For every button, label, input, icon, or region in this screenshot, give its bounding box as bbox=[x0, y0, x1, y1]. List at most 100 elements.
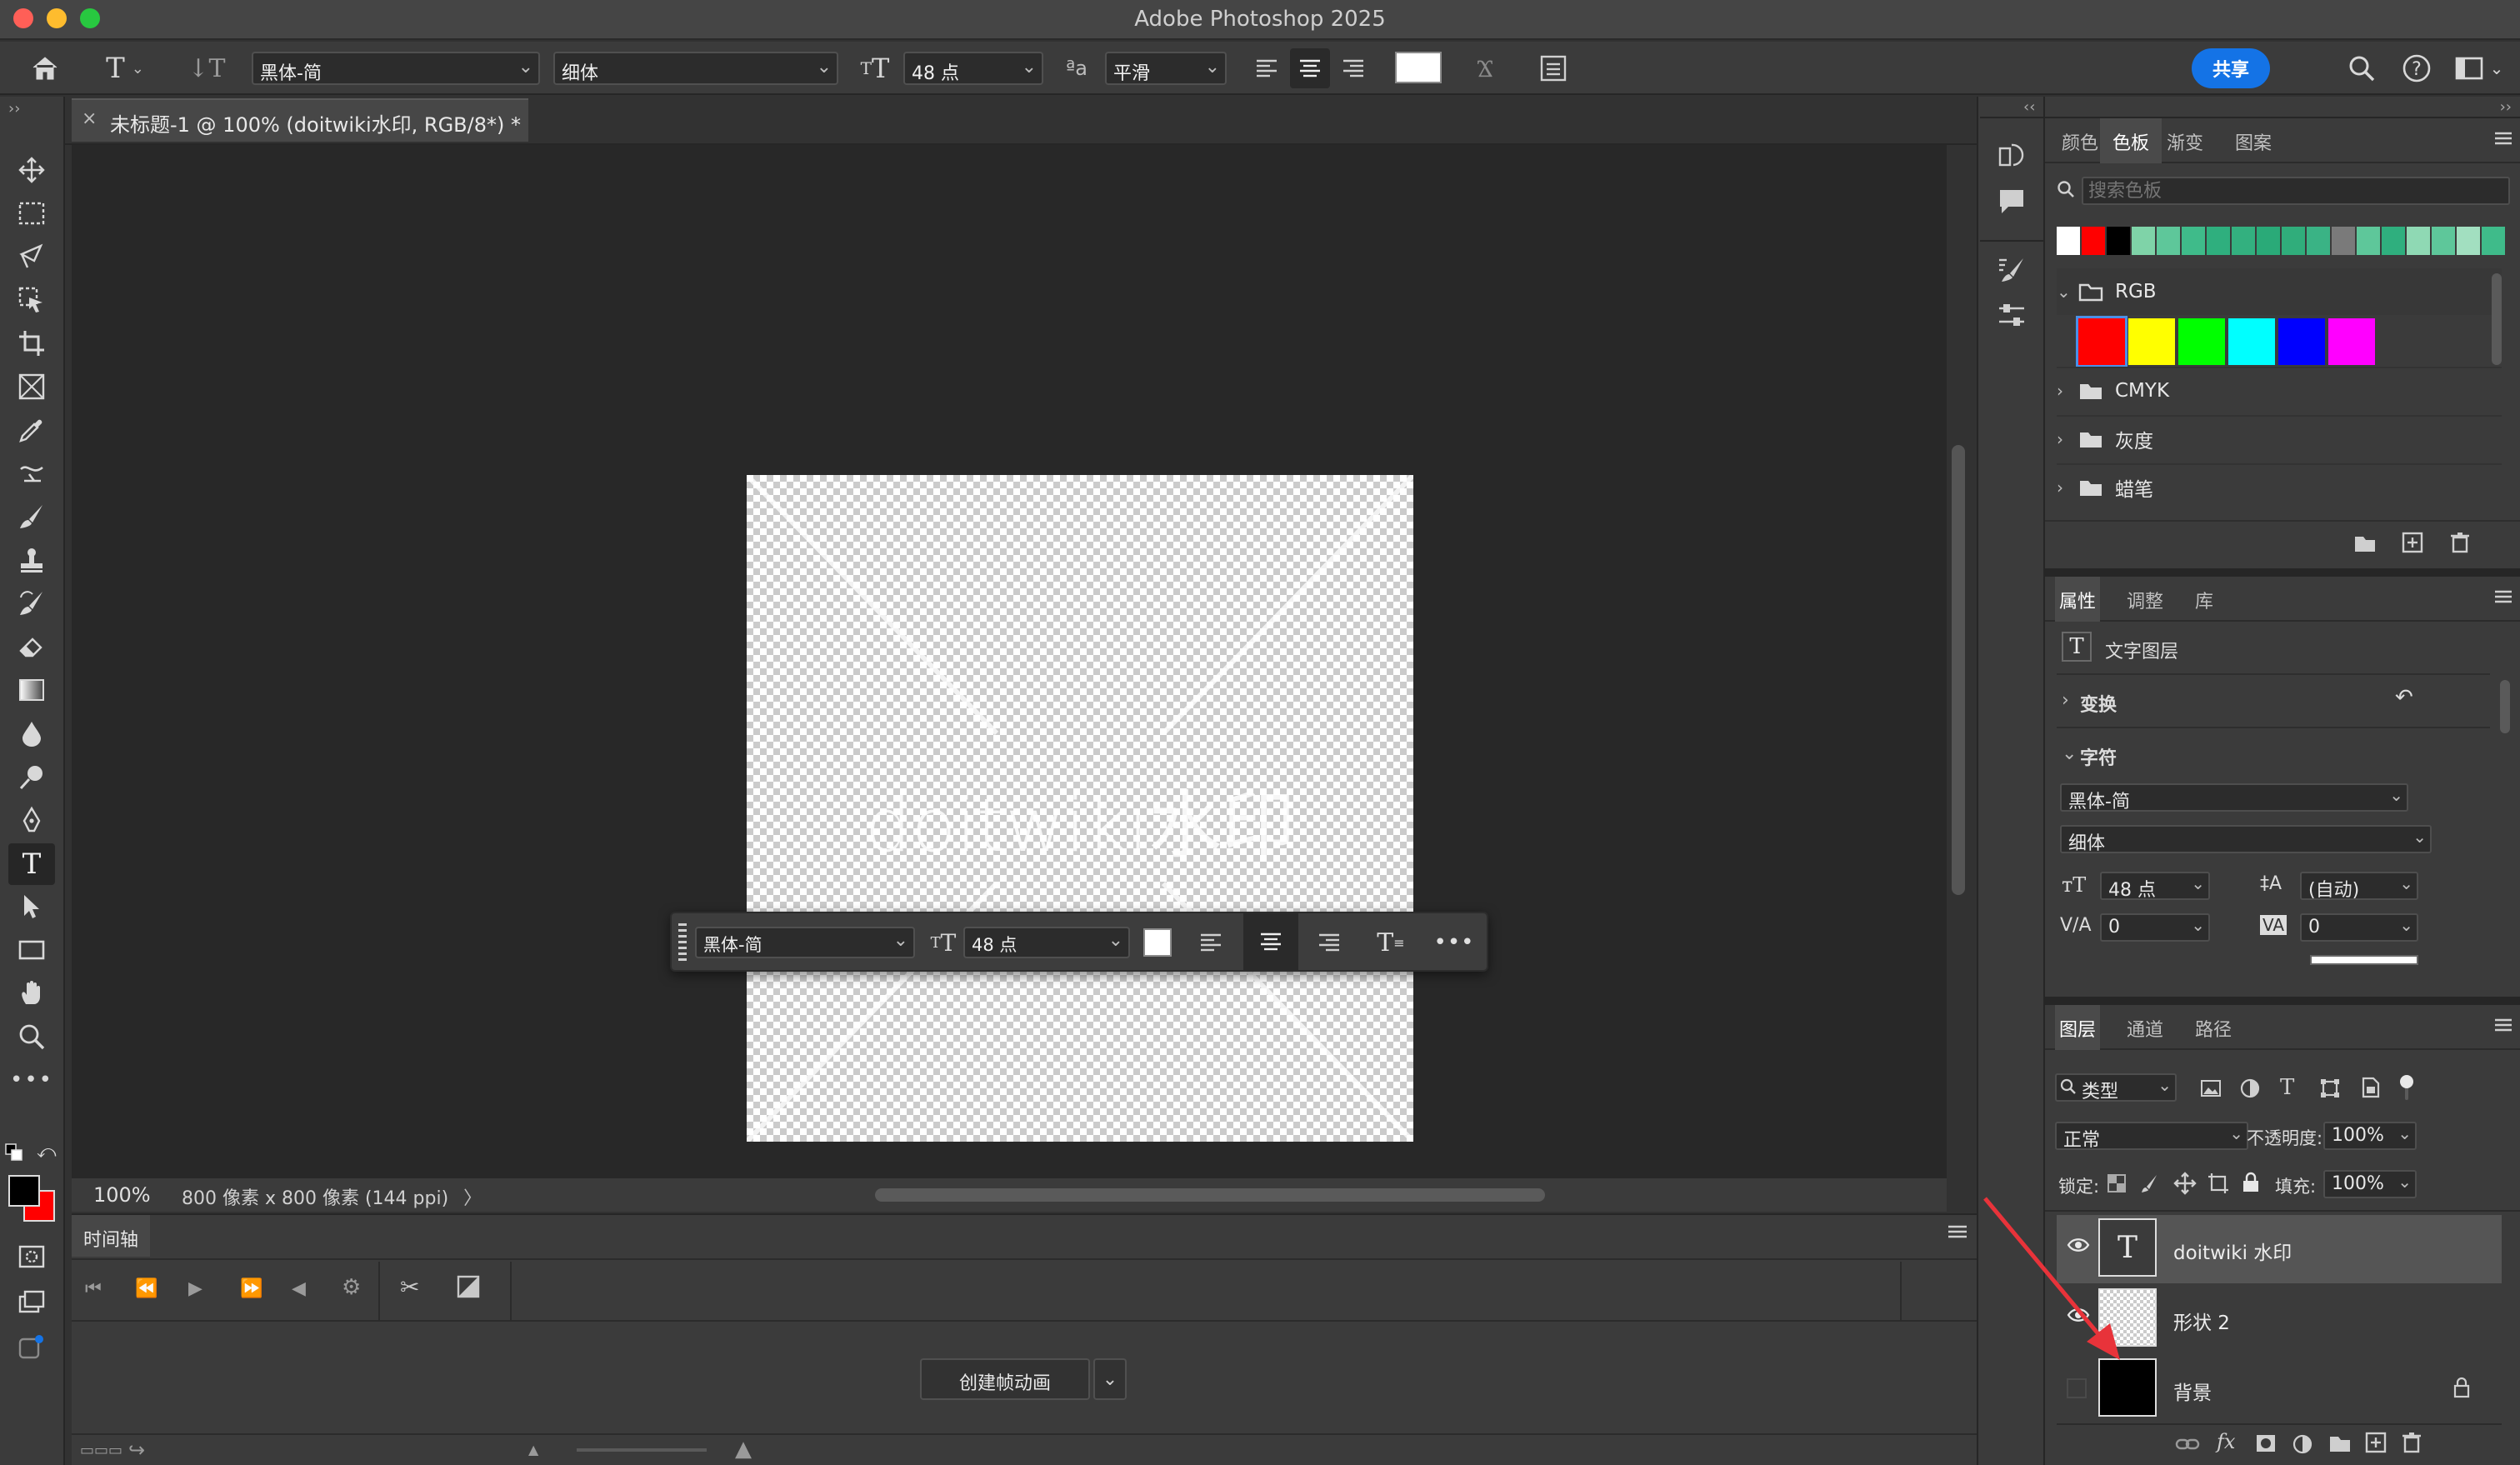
help-icon[interactable]: ? bbox=[2398, 50, 2435, 87]
home-icon[interactable] bbox=[27, 50, 63, 87]
panel-menu-icon[interactable] bbox=[2493, 130, 2513, 147]
swatch-group-cmyk[interactable]: › CMYK bbox=[2057, 367, 2502, 413]
horizontal-scroll-thumb[interactable] bbox=[875, 1188, 1545, 1202]
panel-menu-icon[interactable] bbox=[2493, 1017, 2513, 1033]
comments-panel-icon[interactable] bbox=[1997, 187, 2027, 217]
collapse-dock-icon[interactable]: ›› bbox=[2500, 98, 2512, 116]
character-section[interactable]: 字符 bbox=[2080, 743, 2117, 770]
layer-style-fx-icon[interactable]: fx bbox=[2217, 1430, 2235, 1453]
crop-tool-icon[interactable] bbox=[13, 325, 50, 362]
layer-name[interactable]: 背景 bbox=[2173, 1377, 2212, 1405]
swap-colors-icon[interactable]: ⤺ bbox=[37, 1142, 57, 1162]
swatch-group-rgb[interactable]: ⌄ RGB bbox=[2057, 268, 2502, 315]
align-left-icon[interactable] bbox=[1248, 50, 1285, 87]
type-tool-preset-icon[interactable]: T ⌄ bbox=[98, 52, 152, 85]
recent-swatch[interactable] bbox=[2232, 227, 2255, 255]
scissors-icon[interactable]: ✂ bbox=[400, 1273, 419, 1301]
recent-swatch[interactable] bbox=[2082, 227, 2105, 255]
properties-scroll-thumb[interactable] bbox=[2500, 680, 2510, 733]
lock-position-icon[interactable] bbox=[2173, 1172, 2197, 1195]
filter-pixel-icon[interactable] bbox=[2200, 1078, 2222, 1098]
layer-name[interactable]: 形状 2 bbox=[2173, 1307, 2230, 1335]
prop-font-style-select[interactable]: 细体 ⌄ bbox=[2060, 825, 2432, 854]
pen-tool-icon[interactable] bbox=[13, 802, 50, 838]
recent-swatch[interactable] bbox=[2132, 227, 2155, 255]
fill-field[interactable]: 100% ⌄ bbox=[2323, 1170, 2417, 1198]
recent-swatch[interactable] bbox=[2432, 227, 2455, 255]
swatch-group-pastel[interactable]: › 蜡笔 bbox=[2057, 463, 2502, 510]
reset-transform-icon[interactable]: ↶ bbox=[2395, 685, 2413, 710]
zoom-tool-icon[interactable] bbox=[13, 1018, 50, 1055]
delete-icon[interactable] bbox=[2450, 532, 2470, 553]
frame-tool-icon[interactable] bbox=[13, 368, 50, 405]
tab-paths[interactable]: 路径 bbox=[2195, 1015, 2232, 1042]
share-button[interactable]: 共享 bbox=[2192, 48, 2270, 88]
watermark-text[interactable]: doitwiki水印 bbox=[747, 767, 1413, 872]
link-layers-icon[interactable] bbox=[2175, 1435, 2200, 1453]
rgb-swatch[interactable] bbox=[2228, 318, 2275, 365]
tab-libraries[interactable]: 库 bbox=[2195, 587, 2213, 613]
close-tab-icon[interactable]: × bbox=[82, 108, 97, 129]
recent-swatch[interactable] bbox=[2157, 227, 2180, 255]
prop-font-size-field[interactable]: 48 点 ⌄ bbox=[2100, 872, 2210, 901]
drag-handle-icon[interactable] bbox=[677, 922, 688, 962]
filter-smart-object-icon[interactable] bbox=[2360, 1077, 2380, 1098]
convert-to-frames-icon[interactable]: ▭▭▭ bbox=[80, 1442, 122, 1459]
render-video-icon[interactable]: ↪ bbox=[128, 1438, 145, 1462]
tab-layers[interactable]: 图层 bbox=[2055, 1005, 2100, 1050]
filter-shape-icon[interactable] bbox=[2320, 1078, 2340, 1098]
recent-swatch[interactable] bbox=[2057, 227, 2080, 255]
quick-mask-icon[interactable] bbox=[13, 1238, 50, 1275]
prop-text-color-swatch[interactable] bbox=[2310, 955, 2418, 965]
layer-filter-kind-select[interactable]: 类型 ⌄ bbox=[2055, 1073, 2177, 1102]
transform-section[interactable]: 变换 bbox=[2080, 690, 2117, 717]
rgb-swatch[interactable] bbox=[2278, 318, 2325, 365]
document-canvas[interactable]: doitwiki水印 bbox=[747, 475, 1413, 1142]
context-font-size-select[interactable]: 48 点 ⌄ bbox=[963, 927, 1130, 958]
marquee-tool-icon[interactable] bbox=[13, 195, 50, 232]
clone-stamp-tool-icon[interactable] bbox=[13, 542, 50, 578]
panel-menu-icon[interactable] bbox=[1947, 1223, 1968, 1240]
new-adjustment-layer-icon[interactable] bbox=[2292, 1433, 2313, 1455]
prop-leading-field[interactable]: (自动) ⌄ bbox=[2300, 872, 2418, 901]
create-frame-animation-button[interactable]: 创建帧动画 bbox=[920, 1358, 1090, 1400]
filter-type-icon[interactable]: T bbox=[2280, 1075, 2294, 1100]
path-selection-tool-icon[interactable] bbox=[13, 888, 50, 925]
new-group-icon[interactable] bbox=[2328, 1433, 2352, 1453]
prop-tracking-field[interactable]: 0 ⌄ bbox=[2300, 913, 2418, 942]
recent-swatch[interactable] bbox=[2282, 227, 2305, 255]
prop-font-family-select[interactable]: 黑体-简 ⌄ bbox=[2060, 783, 2408, 812]
rgb-swatch[interactable] bbox=[2076, 316, 2128, 368]
blend-mode-select[interactable]: 正常 ⌄ bbox=[2055, 1122, 2248, 1151]
delete-layer-icon[interactable] bbox=[2402, 1432, 2422, 1453]
canvas-area[interactable]: doitwiki水印 黑体-简 ⌄ TT 48 点 ⌄ T ≡ ••• bbox=[72, 145, 1947, 1178]
blur-tool-icon[interactable] bbox=[13, 715, 50, 752]
previous-frame-icon[interactable]: ⏪ bbox=[135, 1278, 158, 1299]
gradient-tool-icon[interactable] bbox=[13, 672, 50, 708]
recent-swatch[interactable] bbox=[2457, 227, 2480, 255]
context-align-center-icon[interactable] bbox=[1243, 913, 1298, 970]
new-layer-icon[interactable] bbox=[2365, 1432, 2387, 1453]
dodge-tool-icon[interactable] bbox=[13, 758, 50, 795]
collapse-strip-icon[interactable]: ‹‹ bbox=[2023, 98, 2035, 116]
text-color-swatch[interactable] bbox=[1395, 52, 1442, 83]
brush-tool-icon[interactable] bbox=[13, 498, 50, 535]
type-tool-icon[interactable]: T bbox=[8, 843, 55, 885]
align-right-icon[interactable] bbox=[1335, 50, 1372, 87]
history-panel-icon[interactable] bbox=[1997, 140, 2027, 170]
swatch-group-grayscale[interactable]: › 灰度 bbox=[2057, 415, 2502, 462]
first-frame-icon[interactable]: ⏮ bbox=[85, 1278, 102, 1299]
visibility-off-checkbox[interactable] bbox=[2067, 1378, 2087, 1398]
recent-swatch[interactable] bbox=[2307, 227, 2330, 255]
collapse-toolbar-icon[interactable]: ›› bbox=[8, 100, 20, 118]
prop-kerning-field[interactable]: 0 ⌄ bbox=[2100, 913, 2210, 942]
tab-patterns[interactable]: 图案 bbox=[2235, 128, 2272, 155]
swatch-search-input[interactable] bbox=[2082, 177, 2510, 205]
tab-properties[interactable]: 属性 bbox=[2055, 577, 2100, 622]
recent-swatch[interactable] bbox=[2207, 227, 2230, 255]
workspace-switcher-icon[interactable]: ⌄ bbox=[2450, 50, 2508, 87]
recent-swatch[interactable] bbox=[2357, 227, 2380, 255]
align-center-icon[interactable] bbox=[1290, 48, 1330, 88]
zoom-out-timeline-icon[interactable]: ▲ bbox=[528, 1442, 538, 1458]
new-group-icon[interactable] bbox=[2353, 533, 2377, 553]
